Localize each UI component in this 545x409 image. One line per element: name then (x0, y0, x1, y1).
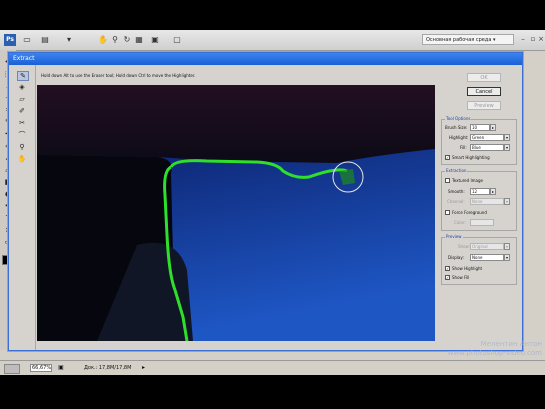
cancel-button[interactable]: Cancel (467, 87, 501, 96)
fill-dropdown-icon[interactable]: ▾ (504, 144, 510, 151)
hand-icon[interactable]: ✋ (98, 35, 108, 45)
open-folder-icon[interactable]: ▭ (22, 35, 32, 45)
channel-select[interactable]: None (470, 198, 504, 205)
show-highlight-label: Show Highlight (452, 266, 483, 271)
channel-dropdown-icon[interactable]: ▾ (504, 198, 510, 205)
nav-icon[interactable]: ▣ (56, 364, 66, 372)
arrange-documents-icon[interactable]: ▣ (150, 35, 160, 45)
document-size: Док.: 17,8M/17,8M (84, 365, 132, 371)
show-select[interactable]: Original (470, 243, 504, 250)
eyedropper-icon[interactable]: ✐ (17, 107, 27, 115)
highlight-label: Highlight: (449, 135, 469, 140)
display-dropdown-icon[interactable]: ▾ (504, 254, 510, 261)
restore-icon[interactable]: ▫ (529, 34, 537, 44)
watermark-url: www.photoshop-video.com (447, 349, 542, 357)
hand-tool-icon[interactable]: ✋ (17, 155, 27, 163)
show-fill-checkbox[interactable]: ✓ (445, 275, 450, 280)
ok-button[interactable]: OK (467, 73, 501, 82)
edge-touchup-icon[interactable]: ⌒ (17, 131, 27, 139)
brush-size-label: Brush Size: (445, 125, 468, 130)
bridge-icon[interactable]: ▤ (40, 35, 50, 45)
display-select[interactable]: None (470, 254, 504, 261)
preview-group: Preview Show: Original ▾ Display: None ▾… (441, 234, 517, 285)
screen-mode-icon[interactable]: ▢ (172, 35, 182, 45)
show-label: Show: (458, 244, 470, 249)
smart-highlighting-checkbox[interactable]: ✓ (445, 155, 450, 160)
close-icon[interactable]: × (537, 34, 545, 44)
edge-highlighter-icon[interactable]: ✎ (17, 71, 29, 81)
textured-image-label: Textured Image (452, 178, 483, 183)
display-label: Display: (448, 255, 464, 260)
minimize-icon[interactable]: – (519, 34, 527, 44)
status-menu-arrow-icon[interactable]: ▸ (142, 364, 145, 372)
status-bar: 66,67% ▣ Док.: 17,8M/17,8M ▸ (0, 360, 545, 376)
smooth-label: Smooth: (448, 189, 465, 194)
channel-label: Channel: (447, 199, 465, 204)
extraction-group: Extraction Textured Image Smooth: 12 ▸ C… (441, 168, 517, 231)
brush-size-arrow-icon[interactable]: ▸ (490, 124, 496, 131)
smart-highlighting-label: Smart Highlighting (452, 155, 490, 160)
textured-image-checkbox[interactable] (445, 178, 450, 183)
color-label: Color: (454, 220, 466, 225)
watermark-author: Мелентин Антон (480, 340, 542, 348)
document-thumb-icon[interactable] (4, 364, 20, 374)
color-swatch[interactable] (470, 219, 494, 226)
brush-size-field[interactable]: 10 (470, 124, 490, 131)
preview-image (37, 85, 435, 341)
fill-select[interactable]: Blue (470, 144, 504, 151)
zoom-tool-icon[interactable]: ⚲ (17, 143, 27, 151)
force-foreground-checkbox[interactable] (445, 210, 450, 215)
highlight-dropdown-icon[interactable]: ▾ (504, 134, 510, 141)
eraser-icon[interactable]: ▱ (17, 95, 27, 103)
highlight-select[interactable]: Green (470, 134, 504, 141)
ps-logo-icon[interactable]: Ps (4, 34, 16, 46)
zoom-icon[interactable]: ⚲ (110, 35, 120, 45)
extract-toolbar: ✎ ◈ ▱ ✐ ✂ ⌒ ⚲ ✋ (9, 65, 36, 350)
photoshop-window: Ps ▭ ▤ ▾ ✋ ⚲ ↻ ▦ ▣ ▢ Основная рабочая ср… (0, 30, 545, 376)
fill-tool-icon[interactable]: ◈ (17, 83, 27, 91)
instruction-text: Hold down Alt to use the Eraser tool; Ho… (41, 73, 196, 78)
watermark: Мелентин Антон www.photoshop-video.com (430, 340, 542, 358)
tool-options-group: Tool Options Brush Size: 10 ▸ Highlight:… (441, 116, 517, 165)
smooth-field[interactable]: 12 (470, 188, 490, 195)
dialog-title: Extract (9, 53, 522, 65)
show-highlight-checkbox[interactable]: ✓ (445, 266, 450, 271)
workspace-label: Основная рабочая среда (426, 37, 492, 43)
preview-button[interactable]: Preview (467, 101, 501, 110)
options-panel: OK Cancel Preview Tool Options Brush Siz… (439, 67, 519, 347)
grid-icon[interactable]: ▦ (134, 35, 144, 45)
workspace-select[interactable]: Основная рабочая среда ▾ (422, 34, 514, 45)
show-fill-label: Show Fill (452, 275, 470, 280)
image-preview-canvas[interactable] (37, 85, 435, 341)
extraction-label: Extraction (445, 168, 468, 173)
force-foreground-label: Force Foreground (452, 210, 487, 215)
rotate-view-icon[interactable]: ↻ (122, 35, 132, 45)
extract-dialog: Extract ✎ ◈ ▱ ✐ ✂ ⌒ ⚲ ✋ Hold down Alt to… (8, 52, 523, 351)
cleanup-tool-icon[interactable]: ✂ (17, 119, 27, 127)
zoom-field[interactable]: 66,67% (30, 364, 52, 372)
video-bottom-band (0, 375, 545, 409)
smooth-arrow-icon[interactable]: ▸ (490, 188, 496, 195)
tool-options-label: Tool Options (445, 116, 472, 121)
video-top-band (0, 0, 545, 30)
preview-label: Preview (445, 234, 463, 239)
show-dropdown-icon[interactable]: ▾ (504, 243, 510, 250)
fill-label: Fill: (460, 145, 467, 150)
zoom-level-icon[interactable]: ▾ (64, 35, 74, 45)
options-bar: Ps ▭ ▤ ▾ ✋ ⚲ ↻ ▦ ▣ ▢ Основная рабочая ср… (0, 30, 545, 51)
